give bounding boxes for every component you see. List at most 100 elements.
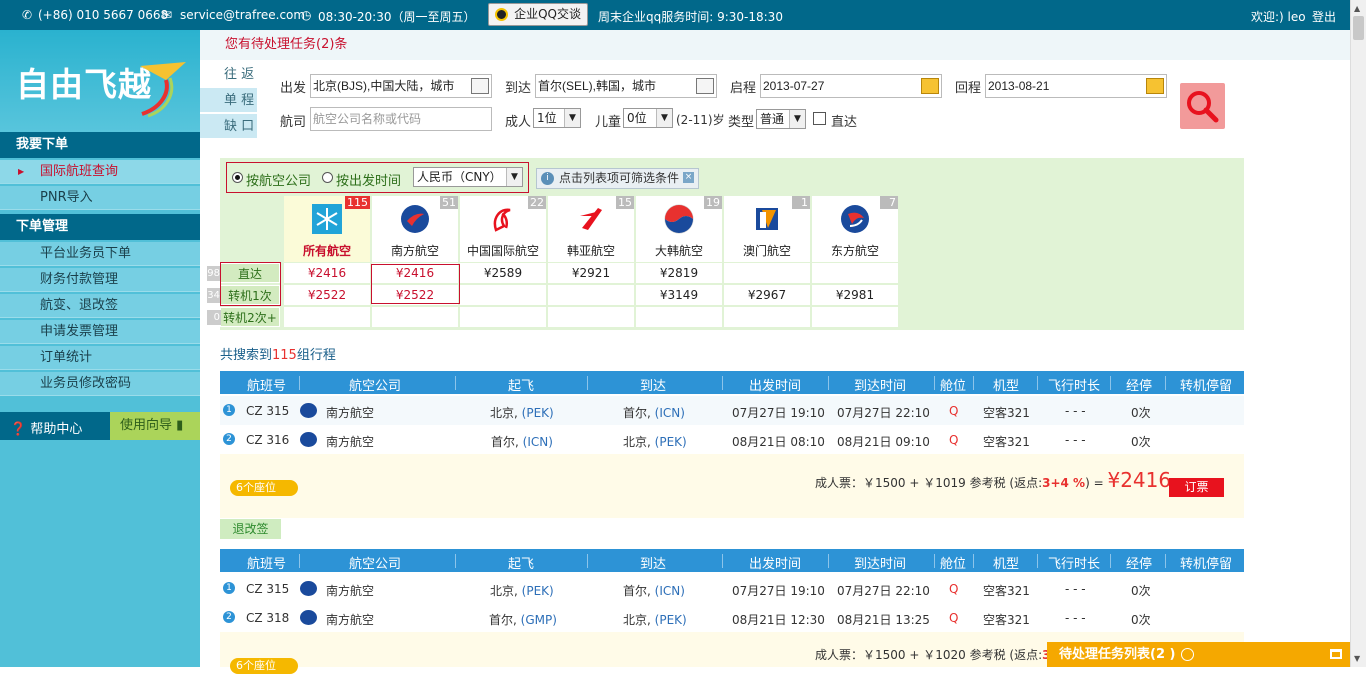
price-cell[interactable]: ¥2981: [812, 285, 898, 305]
calendar-icon[interactable]: [471, 78, 489, 94]
sort-airline-label[interactable]: 按航空公司: [246, 170, 311, 189]
trip-openjaw[interactable]: 缺 口: [200, 114, 257, 139]
minimize-icon[interactable]: [1330, 649, 1342, 659]
airline-col-air-macau[interactable]: 1 澳门航空: [724, 196, 810, 262]
sort-time-radio[interactable]: [322, 172, 333, 183]
airline-col-air-china[interactable]: 22 中国国际航空: [460, 196, 546, 262]
price-cell[interactable]: ¥2967: [724, 285, 810, 305]
price-cell[interactable]: ¥2522: [284, 285, 370, 305]
airline-name: 中国国际航空: [466, 244, 539, 258]
price-cell[interactable]: [548, 307, 634, 327]
price-cell[interactable]: [284, 307, 370, 327]
nav-agent-order[interactable]: 平台业务员下单: [0, 242, 200, 266]
change-refund-tag[interactable]: 退改签: [220, 519, 281, 539]
direct-label: 直达: [831, 115, 858, 130]
scroll-up-icon[interactable]: ▲: [1354, 4, 1360, 13]
nav-payment[interactable]: 财务付款管理: [0, 268, 200, 292]
nav-order-stats[interactable]: 订单统计: [0, 346, 200, 370]
price-cell[interactable]: [724, 307, 810, 327]
price-cell[interactable]: [548, 285, 634, 305]
search-button[interactable]: [1180, 83, 1225, 129]
airline-col-korean-air[interactable]: 19 大韩航空: [636, 196, 722, 262]
outbound-date-input[interactable]: 2013-07-27: [760, 74, 942, 98]
price-cell[interactable]: ¥2921: [548, 263, 634, 283]
trip-round[interactable]: 往 返: [200, 62, 257, 87]
logo-text: 自由飞越: [16, 65, 152, 104]
return-date-input[interactable]: 2013-08-21: [985, 74, 1167, 98]
adult-select[interactable]: 1位 ▼: [533, 108, 581, 128]
flight-row[interactable]: 1 CZ 315 南方航空 北京, (PEK) 首尔, (ICN) 07月27日…: [220, 574, 1244, 603]
airline-input[interactable]: 航空公司名称或代码: [310, 107, 492, 131]
logout-link[interactable]: 登出: [1312, 8, 1336, 25]
airline-col-all[interactable]: 115 所有航空: [284, 196, 370, 262]
nav-change-password[interactable]: 业务员修改密码: [0, 372, 200, 396]
book-button[interactable]: 订票: [1169, 478, 1224, 497]
chevron-down-icon: ▼: [656, 109, 672, 127]
sort-airline-radio[interactable]: [232, 172, 243, 183]
price-cell[interactable]: ¥2589: [460, 263, 546, 283]
airline-count: 7: [880, 196, 898, 209]
mail-icon: ✉: [162, 8, 173, 22]
price-cell[interactable]: [812, 307, 898, 327]
calendar-icon[interactable]: [921, 78, 939, 94]
china-eastern-logo-icon: [841, 205, 869, 233]
arrive-input[interactable]: 首尔(SEL),韩国，城市: [535, 74, 717, 98]
help-center-link[interactable]: ❓ 帮助中心: [10, 418, 82, 437]
phone-icon: ✆: [22, 8, 33, 22]
user-guide-link[interactable]: 使用向导 ▮: [110, 412, 200, 440]
airline-col-china-southern[interactable]: 51 南方航空: [372, 196, 458, 262]
price-cell[interactable]: ¥3149: [636, 285, 722, 305]
nav-intl-flight-search[interactable]: 国际航班查询: [0, 160, 200, 184]
main-content: 您有待处理任务(2)条 往 返 单 程 缺 口 出发 北京(BJS),中国大陆，…: [200, 30, 1350, 674]
pending-task-bar[interactable]: 待处理任务列表(2 ): [1047, 642, 1350, 667]
price-cell[interactable]: [460, 307, 546, 327]
calendar-icon[interactable]: [1146, 78, 1164, 94]
chevron-down-icon: ▼: [506, 168, 522, 186]
snowflake-icon: [312, 204, 342, 234]
search-icon: [1187, 91, 1219, 123]
flight-row[interactable]: 2 CZ 318 南方航空 首尔, (GMP) 北京, (PEK) 08月21日…: [220, 603, 1244, 632]
calendar-icon[interactable]: [696, 78, 714, 94]
airline-count: 1: [792, 196, 810, 209]
airline-count: 19: [704, 196, 722, 209]
airline-name: 韩亚航空: [566, 244, 615, 258]
direct-checkbox[interactable]: [813, 112, 826, 125]
scroll-down-icon[interactable]: ▼: [1354, 654, 1360, 663]
price-cell[interactable]: [812, 263, 898, 283]
close-icon[interactable]: ×: [683, 172, 694, 183]
price-cell[interactable]: [636, 307, 722, 327]
airline-col-asiana[interactable]: 15 韩亚航空: [548, 196, 634, 262]
trip-oneway[interactable]: 单 程: [200, 88, 257, 113]
depart-input[interactable]: 北京(BJS),中国大陆，城市: [310, 74, 492, 98]
currency-select[interactable]: 人民币（CNY） ▼: [413, 167, 523, 187]
child-select[interactable]: 0位 ▼: [623, 108, 673, 128]
price-breakdown: 成人票：￥1500 + ￥1020 参考税 (返点:3: [815, 648, 1050, 662]
pending-task-notice[interactable]: 您有待处理任务(2)条: [200, 30, 1350, 60]
chevron-down-icon: ▼: [564, 109, 580, 127]
chevron-down-icon: ▼: [789, 110, 805, 128]
flight-row[interactable]: 1 CZ 315 南方航空 北京, (PEK) 首尔, (ICN) 07月27日…: [220, 396, 1244, 425]
qq-chat-button[interactable]: 企业QQ交谈: [488, 3, 588, 26]
scroll-thumb[interactable]: [1353, 16, 1364, 40]
airline-col-china-eastern[interactable]: 7 东方航空: [812, 196, 898, 262]
row-label-2-stops[interactable]: 0 转机2次+: [207, 307, 280, 327]
nav-invoice[interactable]: 申请发票管理: [0, 320, 200, 344]
outbound-label: 启程: [730, 81, 757, 96]
page-scrollbar[interactable]: ▲ ▼: [1350, 0, 1366, 667]
airline-name: 南方航空: [390, 244, 439, 258]
price-cell[interactable]: [460, 285, 546, 305]
cabin-type-select[interactable]: 普通 ▼: [756, 109, 806, 129]
service-email[interactable]: service@trafree.com: [180, 8, 305, 22]
flight-row[interactable]: 2 CZ 316 南方航空 首尔, (ICN) 北京, (PEK) 08月21日…: [220, 425, 1244, 454]
price-cell[interactable]: ¥2819: [636, 263, 722, 283]
price-cell[interactable]: [372, 307, 458, 327]
nav-change-refund[interactable]: 航变、退改签: [0, 294, 200, 318]
airline-price-matrix: 按航空公司 按出发时间 人民币（CNY） ▼ i 点击列表项可筛选条件 × 115 所…: [207, 158, 1244, 330]
nav-pnr-import[interactable]: PNR导入: [0, 186, 200, 210]
sort-time-label[interactable]: 按出发时间: [336, 170, 401, 189]
flight-number: CZ 315: [246, 582, 290, 596]
child-label: 儿童: [595, 115, 622, 130]
price-cell[interactable]: ¥2416: [284, 263, 370, 283]
price-cell[interactable]: [724, 263, 810, 283]
logo[interactable]: 自由飞越: [0, 30, 200, 132]
